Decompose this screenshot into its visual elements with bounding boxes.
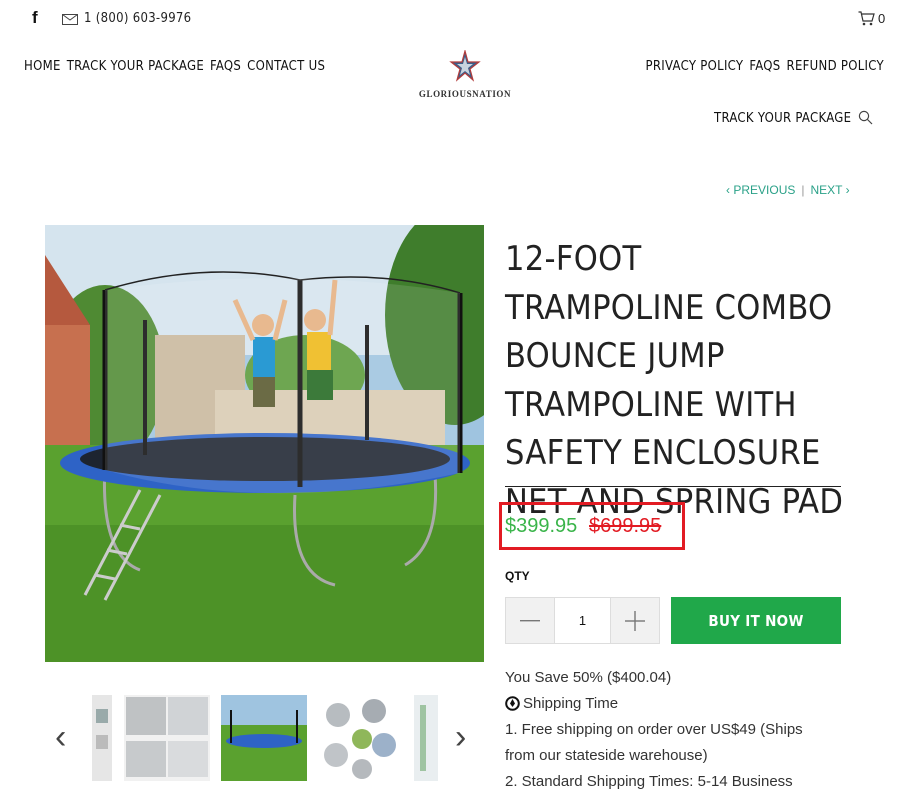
plus-icon <box>625 610 645 631</box>
nav-refund-policy[interactable]: REFUND POLICY <box>787 59 884 74</box>
you-save-text: You Save 50% ($400.04) <box>505 669 672 686</box>
facebook-icon[interactable]: f <box>32 8 38 28</box>
product-title: 12-FOOT TRAMPOLINE COMBO BOUNCE JUMP TRA… <box>505 239 844 522</box>
nav-faqs[interactable]: FAQS <box>210 59 241 74</box>
main-nav-left: HOME TRACK YOUR PACKAGE FAQS CONTACT US <box>24 59 325 74</box>
chevron-right-icon: › <box>845 183 850 197</box>
previous-label: PREVIOUS <box>733 183 796 197</box>
shipping-time-line: Shipping Time <box>505 695 618 712</box>
current-price: $399.95 <box>505 515 578 537</box>
thumbnail-image-trampoline[interactable] <box>221 695 307 781</box>
next-link[interactable]: NEXT › <box>810 183 849 197</box>
nav-track-package-secondary[interactable]: TRACK YOUR PACKAGE <box>714 111 851 126</box>
thumbnail-image-components[interactable] <box>320 695 404 781</box>
qty-decrement-button[interactable] <box>506 598 554 643</box>
title-divider <box>505 486 841 487</box>
nav-home[interactable]: HOME <box>24 59 61 74</box>
quantity-stepper: 1 <box>505 597 660 644</box>
thumbnail-image-parts[interactable] <box>124 695 210 781</box>
site-logo[interactable]: GLORIOUSNATION <box>410 48 520 99</box>
original-price: $699.95 <box>589 515 662 537</box>
previous-link[interactable]: ‹ PREVIOUS <box>726 183 795 197</box>
thumbnail-image-partial-left[interactable] <box>92 695 112 781</box>
star-logo-icon <box>449 48 481 82</box>
mail-icon[interactable] <box>62 12 78 30</box>
thumbnail-next-arrow-icon[interactable]: › <box>455 718 466 757</box>
qty-input[interactable]: 1 <box>554 598 611 643</box>
thumbnail-prev-arrow-icon[interactable]: ‹ <box>55 718 66 757</box>
pager-separator: | <box>801 183 805 197</box>
product-main-image[interactable] <box>45 225 484 662</box>
nav-privacy-policy[interactable]: PRIVACY POLICY <box>646 59 744 74</box>
clock-icon <box>505 696 520 711</box>
main-nav-right: PRIVACY POLICY FAQS REFUND POLICY <box>646 59 884 74</box>
phone-number[interactable]: 1 (800) 603-9976 <box>84 11 191 26</box>
thumbnail-image-partial-right[interactable] <box>414 695 438 781</box>
shipping-time-label: Shipping Time <box>523 695 619 712</box>
qty-increment-button[interactable] <box>611 598 659 643</box>
qty-label: QTY <box>505 569 530 583</box>
buy-it-now-button[interactable]: BUY IT NOW <box>671 597 841 644</box>
product-pager: ‹ PREVIOUS | NEXT › <box>726 183 850 197</box>
chevron-left-icon: ‹ <box>726 183 730 197</box>
shipping-line-3: 2. Standard Shipping Times: 5-14 Busines… <box>505 773 793 790</box>
next-label: NEXT <box>810 183 843 197</box>
shipping-line-2: from our stateside warehouse) <box>505 747 708 764</box>
nav-contact-us[interactable]: CONTACT US <box>247 59 325 74</box>
cart-icon[interactable] <box>858 11 875 31</box>
shipping-line-1: 1. Free shipping on order over US$49 (Sh… <box>505 721 803 738</box>
logo-text: GLORIOUSNATION <box>418 89 512 99</box>
minus-icon <box>520 619 540 621</box>
search-icon[interactable] <box>858 110 873 130</box>
nav-faqs-right[interactable]: FAQS <box>749 59 780 74</box>
cart-count[interactable]: 0 <box>878 11 885 26</box>
nav-track-package[interactable]: TRACK YOUR PACKAGE <box>67 59 204 74</box>
